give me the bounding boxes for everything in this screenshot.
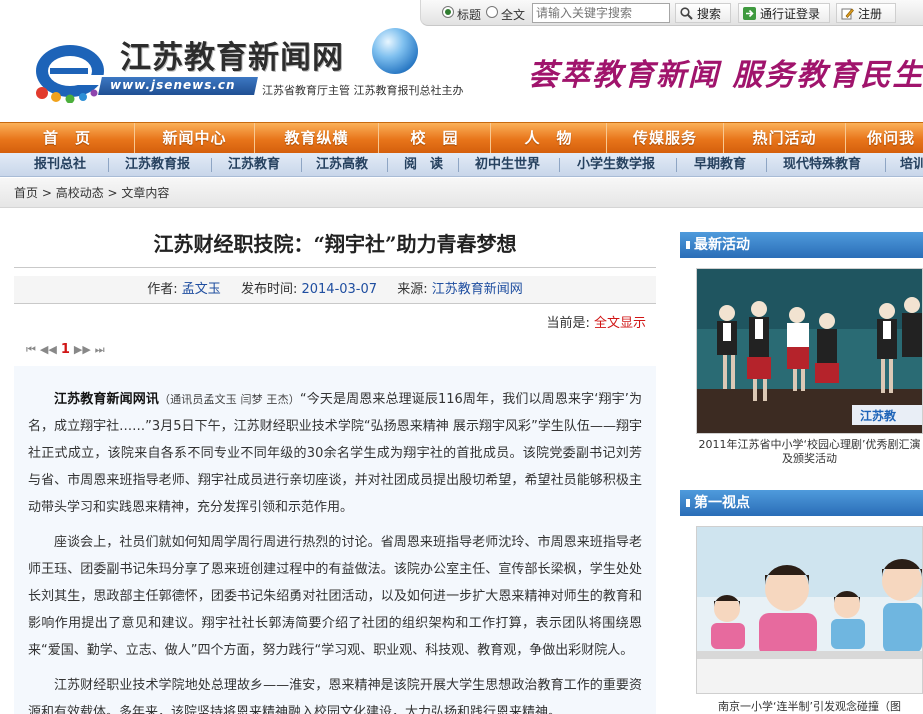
subnav-jiangsu-edu[interactable]: 江苏教育 xyxy=(228,153,280,177)
nav-campus[interactable]: 校 园 xyxy=(379,123,491,154)
nav-media-services[interactable]: 传媒服务 xyxy=(607,123,724,154)
site-name: 江苏教育新闻网 xyxy=(120,40,344,76)
login-button[interactable]: 通行证登录 xyxy=(738,3,830,23)
subnav-training[interactable]: 培训 xyxy=(900,153,923,177)
sidebar: 最新活动 江苏教 2011年江苏省中小学‘校园心理剧’优秀剧汇演及颁奖活动 第一… xyxy=(680,232,923,714)
article-body: 江苏教育新闻网讯（通讯员孟文玉 闫梦 王杰）“今天是周恩来总理诞辰116周年，我… xyxy=(14,366,656,714)
stage-performance-photo: 江苏教 xyxy=(697,269,922,433)
subnav-jiangsu-higher-edu[interactable]: 江苏高教 xyxy=(316,153,368,177)
nav-ask[interactable]: 你问我 xyxy=(846,123,923,154)
pencil-icon xyxy=(841,8,854,19)
viewpoint-caption[interactable]: 南京一小学‘连半制’引发观念碰撞（图 xyxy=(696,700,923,714)
pager-prev-icon[interactable]: ◀◀ xyxy=(40,343,57,356)
nav-hot-events[interactable]: 热门活动 xyxy=(724,123,846,154)
sub-nav: 报刊总社 江苏教育报 江苏教育 江苏高教 阅 读 初中生世界 小学生数学报 早期… xyxy=(0,153,923,177)
date-label: 发布时间: xyxy=(240,282,298,297)
nav-people[interactable]: 人 物 xyxy=(491,123,607,154)
main-nav: 首 页 新闻中心 教育纵横 校 园 人 物 传媒服务 热门活动 你问我 xyxy=(0,122,923,154)
author-link[interactable]: 孟文玉 xyxy=(182,282,221,297)
pager-first-icon[interactable]: ⏮ xyxy=(26,343,36,357)
article-paragraph-text: “今天是周恩来总理诞辰116周年，我们以周恩来字‘翔宇’为名，成立翔宇社……”3… xyxy=(28,392,642,515)
radio-title[interactable] xyxy=(442,6,454,18)
current-view: 当前是: 全文显示 xyxy=(546,312,646,331)
pager-last-icon[interactable]: ⏭ xyxy=(95,343,105,357)
photo-watermark: 江苏教 xyxy=(860,408,897,423)
title-divider xyxy=(14,267,656,268)
nav-education[interactable]: 教育纵横 xyxy=(255,123,379,154)
viewpoint-image[interactable] xyxy=(696,526,923,694)
radio-fulltext-label[interactable]: 全文 xyxy=(501,6,525,23)
latest-activity-image[interactable]: 江苏教 xyxy=(696,268,923,434)
source-label: 来源: xyxy=(397,282,428,297)
current-view-label: 当前是: xyxy=(546,316,590,331)
article-lead: 江苏教育新闻网讯 xyxy=(54,392,160,407)
register-button-label: 注册 xyxy=(858,6,883,21)
search-icon xyxy=(680,6,693,20)
publish-date: 2014-03-07 xyxy=(301,282,378,297)
full-text-link[interactable]: 全文显示 xyxy=(594,316,646,331)
article-paragraph: 江苏教育新闻网讯（通讯员孟文玉 闫梦 王杰）“今天是周恩来总理诞辰116周年，我… xyxy=(28,386,642,521)
pager-next-icon[interactable]: ▶▶ xyxy=(74,343,91,356)
breadcrumb-home[interactable]: 首页 xyxy=(14,186,38,200)
pager-current[interactable]: 1 xyxy=(61,342,70,357)
subnav-jiangsu-edu-daily[interactable]: 江苏教育报 xyxy=(125,153,190,177)
radio-fulltext[interactable] xyxy=(486,6,498,18)
author-label: 作者: xyxy=(147,282,178,297)
globe-icon xyxy=(372,28,418,74)
radio-title-label[interactable]: 标题 xyxy=(457,6,481,23)
login-button-label: 通行证登录 xyxy=(760,6,821,21)
classroom-children-photo xyxy=(697,527,922,693)
subnav-press-group[interactable]: 报刊总社 xyxy=(34,153,86,177)
article-meta: 作者: 孟文玉 发布时间: 2014-03-07 来源: 江苏教育新闻网 xyxy=(14,276,656,304)
subnav-early-edu[interactable]: 早期教育 xyxy=(694,153,746,177)
nav-home[interactable]: 首 页 xyxy=(0,123,135,154)
site-url: www.jsenews.cn xyxy=(110,78,236,92)
top-search-bar: 标题 全文 搜索 通行证登录 注册 xyxy=(0,0,923,28)
article-byline: （通讯员孟文玉 闫梦 王杰） xyxy=(159,393,300,406)
article-title: 江苏财经职技院：“翔宇社”助力青春梦想 xyxy=(153,232,517,256)
nav-news-center[interactable]: 新闻中心 xyxy=(135,123,255,154)
site-header: 江苏教育新闻网 www.jsenews.cn 江苏省教育厅主管 江苏教育报刊总社… xyxy=(0,28,923,122)
article-paragraph: 座谈会上，社员们就如何知周学周行周进行热烈的讨论。省周恩来班指导老师沈玲、市周恩… xyxy=(28,535,642,658)
subnav-junior-world[interactable]: 初中生世界 xyxy=(475,153,540,177)
search-button[interactable]: 搜索 xyxy=(675,3,731,23)
login-arrow-icon xyxy=(743,6,756,20)
register-button[interactable]: 注册 xyxy=(836,3,896,23)
subnav-primary-math[interactable]: 小学生数学报 xyxy=(577,153,655,177)
sidebar-head-viewpoint: 第一视点 xyxy=(680,490,923,516)
pager: ⏮ ◀◀ 1 ▶▶ ⏭ xyxy=(26,342,105,357)
breadcrumb: 首页 > 高校动态 > 文章内容 xyxy=(0,178,923,208)
search-button-label: 搜索 xyxy=(697,6,722,21)
search-input[interactable] xyxy=(532,3,670,23)
sponsor-text: 江苏省教育厅主管 江苏教育报刊总社主办 xyxy=(262,84,464,97)
sidebar-head-latest: 最新活动 xyxy=(680,232,923,258)
latest-activity-caption[interactable]: 2011年江苏省中小学‘校园心理剧’优秀剧汇演及颁奖活动 xyxy=(696,438,923,466)
subnav-reading[interactable]: 阅 读 xyxy=(404,153,443,177)
breadcrumb-current: > 文章内容 xyxy=(107,186,170,200)
article: 江苏财经职技院：“翔宇社”助力青春梦想 作者: 孟文玉 发布时间: 2014-0… xyxy=(14,216,656,714)
breadcrumb-college-news[interactable]: > 高校动态 xyxy=(42,186,104,200)
subnav-special-edu[interactable]: 现代特殊教育 xyxy=(783,153,861,177)
site-slogan: 荟萃教育新闻 服务教育民生 xyxy=(528,58,923,93)
source-link[interactable]: 江苏教育新闻网 xyxy=(432,282,523,297)
article-paragraph: 江苏财经职业技术学院地处总理故乡——淮安，恩来精神是该院开展大学生思想政治教育工… xyxy=(28,678,642,714)
